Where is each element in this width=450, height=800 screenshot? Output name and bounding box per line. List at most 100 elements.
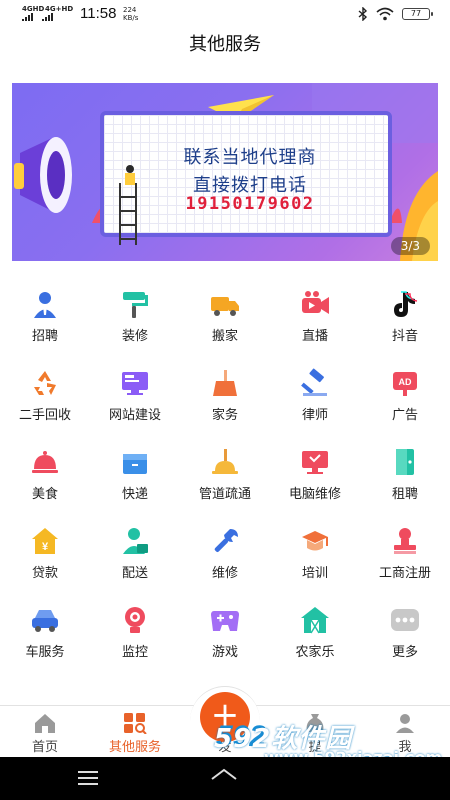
broom-icon (213, 370, 237, 396)
services-grid-icon (124, 713, 147, 734)
promo-banner[interactable]: 联系当地代理商 直接拨打电话 19150179602 3/3 (12, 83, 438, 261)
service-item[interactable]: 装修 (90, 283, 180, 353)
food-cloche-icon (32, 451, 58, 473)
service-label: 搬家 (211, 329, 238, 344)
network-indicator-2: 4G+HD (45, 5, 74, 13)
service-item[interactable]: 电脑维修 (270, 441, 360, 511)
service-label: 培训 (301, 566, 328, 581)
home-icon (35, 714, 55, 733)
service-label: 广告 (391, 408, 418, 423)
banner-page-counter: 3/3 (390, 237, 430, 255)
wrench-icon (214, 529, 238, 552)
gamepad-icon (211, 611, 239, 631)
service-item[interactable]: 搬家 (180, 283, 270, 353)
menu-icon[interactable] (78, 771, 98, 785)
status-icons: 77 (358, 6, 433, 22)
service-item[interactable]: 配送 (90, 520, 180, 590)
bluetooth-icon (358, 7, 368, 21)
service-label: 工商注册 (378, 566, 431, 581)
douyin-note-icon (394, 291, 418, 317)
service-item[interactable]: 租聘 (360, 441, 450, 511)
service-label: 招聘 (31, 329, 58, 344)
service-item[interactable]: 快递 (90, 441, 180, 511)
service-item[interactable]: 管道疏通 (180, 441, 270, 511)
service-label: 律师 (301, 408, 328, 423)
service-item[interactable]: AD 广告 (360, 362, 450, 432)
farmhouse-icon (301, 607, 329, 634)
service-label: 装修 (121, 329, 148, 344)
computer-repair-icon (302, 451, 328, 474)
svg-text:AD: AD (399, 377, 412, 387)
service-label: 家务 (211, 408, 238, 423)
loan-house-icon: ¥ (32, 528, 58, 554)
service-label: 贷款 (31, 566, 58, 581)
video-camera-icon (302, 291, 329, 314)
service-label: 车服务 (25, 645, 65, 660)
service-item[interactable]: 家务 (180, 362, 270, 432)
service-item[interactable]: 二手回收 (0, 362, 90, 432)
moving-truck-icon (211, 297, 239, 316)
signal-bars-icon (22, 13, 33, 21)
banner-phone-number[interactable]: 19150179602 (104, 194, 396, 214)
service-label: 快递 (121, 487, 148, 502)
service-item[interactable]: 直播 (270, 283, 360, 353)
ad-board-icon: AD (393, 372, 417, 396)
service-item[interactable]: ¥ 贷款 (0, 520, 90, 590)
recruiter-person-icon (34, 292, 56, 318)
service-item[interactable]: 招聘 (0, 283, 90, 353)
tab-label: 首页 (31, 740, 58, 755)
speed-value: 224 (123, 6, 137, 14)
website-monitor-icon (122, 372, 148, 395)
banner-headline: 联系当地代理商 (183, 147, 317, 168)
service-label: 农家乐 (295, 645, 335, 660)
service-item[interactable]: 美食 (0, 441, 90, 511)
tab-services[interactable]: 其他服务 (90, 706, 180, 758)
car-icon (32, 610, 58, 632)
webcam-icon (125, 607, 145, 633)
service-label: 抖音 (391, 329, 418, 344)
service-item[interactable]: 维修 (180, 520, 270, 590)
service-label: 美食 (31, 487, 58, 502)
megaphone-icon (14, 137, 72, 213)
stamp-icon (394, 528, 416, 554)
home-nav-icon[interactable] (210, 767, 238, 789)
network-indicator-1: 4GHD (22, 5, 45, 13)
battery-indicator: 77 (402, 8, 433, 20)
tab-home[interactable]: 首页 (0, 706, 90, 758)
service-item[interactable]: 工商注册 (360, 520, 450, 590)
service-item[interactable]: 车服务 (0, 599, 90, 669)
courier-person-icon (123, 528, 148, 554)
gavel-icon (301, 368, 327, 396)
service-label: 管道疏通 (198, 487, 251, 502)
svg-text:¥: ¥ (42, 541, 49, 553)
service-item[interactable]: 网站建设 (90, 362, 180, 432)
service-label: 配送 (121, 566, 148, 581)
service-label: 租聘 (391, 487, 418, 502)
service-item[interactable]: 监控 (90, 599, 180, 669)
service-label: 直播 (301, 329, 328, 344)
page-title: 其他服务 (189, 34, 261, 55)
service-item[interactable]: 游戏 (180, 599, 270, 669)
network-speed: 224 KB/s (123, 6, 138, 22)
delivery-box-icon (123, 454, 147, 474)
service-label: 更多 (391, 645, 418, 660)
service-label: 电脑维修 (288, 487, 341, 502)
service-item[interactable]: 抖音 (360, 283, 450, 353)
service-item[interactable]: 更多 (360, 599, 450, 669)
service-item[interactable]: 培训 (270, 520, 360, 590)
service-label: 游戏 (211, 645, 238, 660)
paint-roller-icon (123, 292, 148, 318)
service-label: 维修 (211, 566, 238, 581)
recycle-icon (34, 371, 56, 395)
service-item[interactable]: 农家乐 (270, 599, 360, 669)
plunger-icon (212, 449, 238, 474)
signal-bars-icon (42, 13, 53, 21)
service-label: 网站建设 (108, 408, 161, 423)
service-label: 监控 (121, 645, 148, 660)
graduation-cap-icon (302, 531, 328, 551)
service-item[interactable]: 律师 (270, 362, 360, 432)
rental-door-icon (396, 449, 414, 475)
more-dots-icon (391, 609, 419, 631)
clock: 11:58 (80, 5, 117, 22)
wifi-icon (376, 7, 394, 21)
